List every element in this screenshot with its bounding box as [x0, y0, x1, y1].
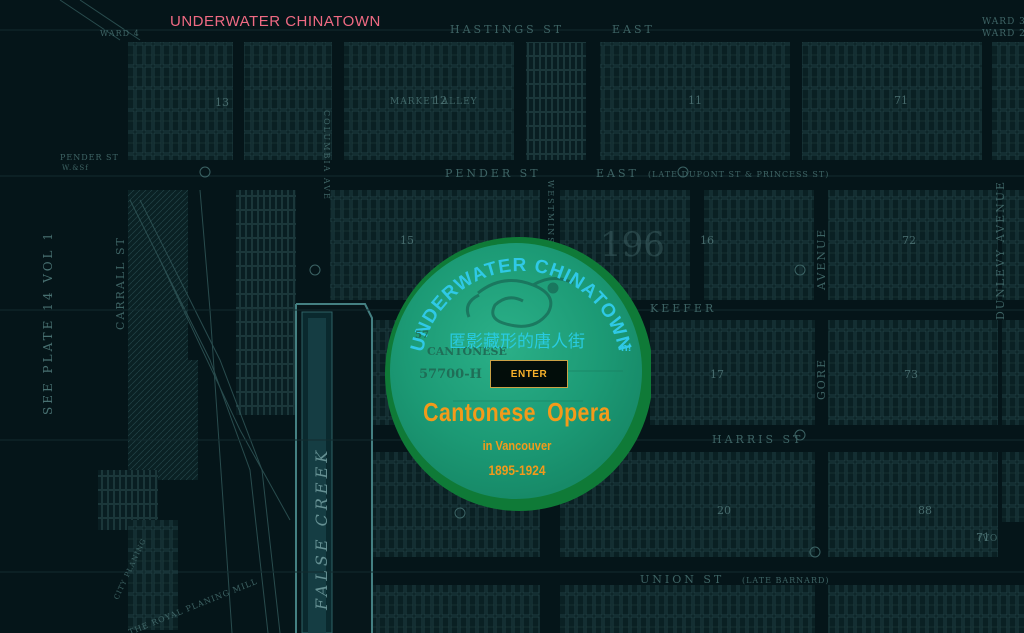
subtitle: in Vancouver [482, 438, 552, 453]
landing-stage: HASTINGS ST EAST PENDER ST EAST (LATE DU… [0, 0, 1024, 633]
record-catalog-number: 57700-H [419, 367, 482, 382]
site-title-link[interactable]: UNDERWATER CHINATOWN [170, 13, 381, 30]
gramophone-record-label: UNDERWATER CHINATOWN n! CANTONESE 57700-… [383, 233, 651, 511]
years-range: 1895-1924 [488, 462, 546, 478]
main-title: Cantonese Opera [423, 397, 611, 427]
enter-button[interactable]: ENTER [490, 360, 568, 388]
chinese-title: 匿影藏形的唐人街 [449, 332, 585, 352]
